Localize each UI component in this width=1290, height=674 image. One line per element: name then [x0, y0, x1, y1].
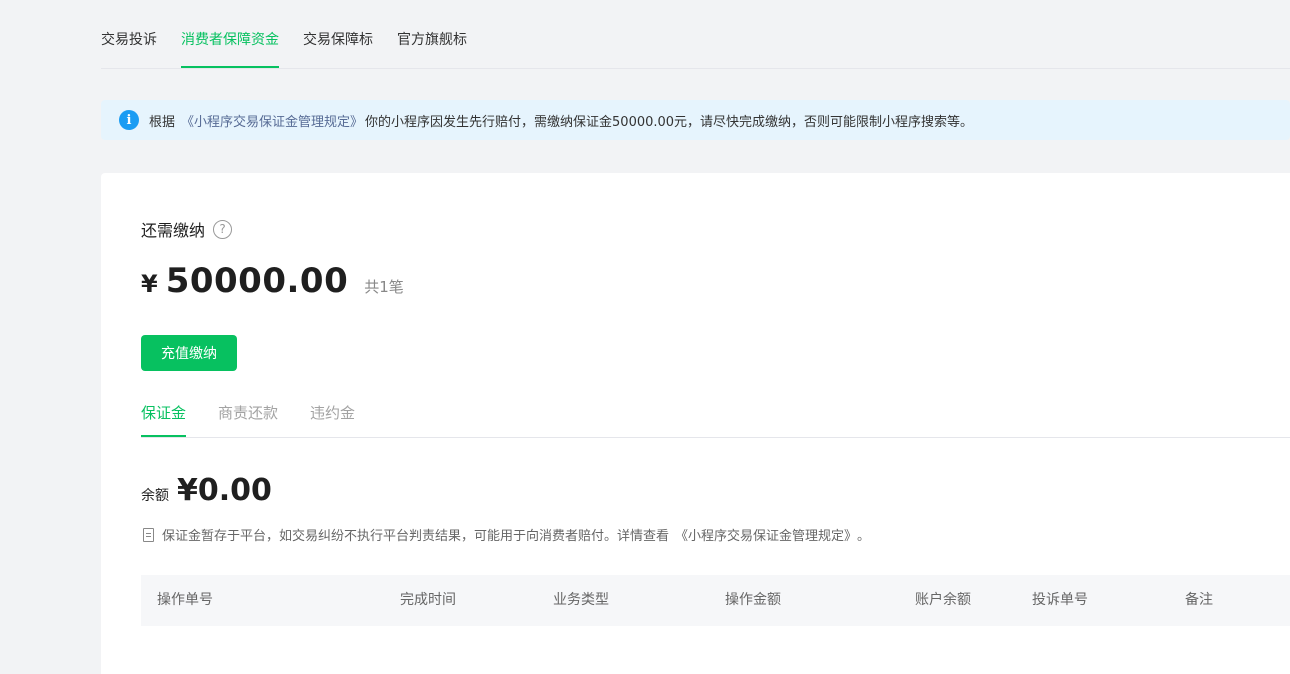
currency-symbol: ¥ — [141, 270, 158, 298]
tab-transaction-complaints[interactable]: 交易投诉 — [101, 30, 157, 68]
notice-rules-link[interactable]: 《小程序交易保证金管理规定》 — [181, 111, 363, 130]
amount-due-label: 还需缴纳 — [141, 221, 206, 240]
column-operation-id: 操作单号 — [157, 592, 213, 608]
balance-note-suffix: 。 — [857, 529, 871, 544]
tab-deposit[interactable]: 保证金 — [141, 402, 187, 437]
column-completion-time: 完成时间 — [400, 592, 456, 608]
tab-penalty[interactable]: 违约金 — [310, 402, 355, 437]
balance-value: ¥0.00 — [177, 473, 272, 508]
balance-label: 余额 — [141, 488, 169, 504]
notice-prefix: 根据 — [149, 114, 176, 130]
amount-due-count: 共1笔 — [364, 278, 404, 296]
balance-note-text: 保证金暂存于平台，如交易纠纷不执行平台判责结果，可能用于向消费者赔付。详情查看 — [162, 529, 670, 544]
column-remarks: 备注 — [1185, 592, 1213, 608]
document-icon — [143, 527, 154, 542]
tab-official-flagship-badge[interactable]: 官方旗舰标 — [397, 30, 467, 68]
amount-due-label-group: 还需缴纳 ? — [141, 217, 233, 241]
column-business-type: 业务类型 — [553, 592, 609, 608]
tab-merchant-repayment[interactable]: 商责还款 — [218, 402, 278, 437]
question-icon[interactable]: ? — [213, 219, 233, 239]
balance-note-rules-link[interactable]: 《小程序交易保证金管理规定》 — [675, 525, 857, 544]
recharge-pay-button[interactable]: 充值缴纳 — [141, 335, 237, 371]
tab-transaction-protection-badge[interactable]: 交易保障标 — [303, 30, 373, 68]
notice-banner: i 根据 《小程序交易保证金管理规定》 你的小程序因发生先行赔付，需缴纳保证金5… — [101, 100, 1290, 140]
tab-consumer-protection-fund[interactable]: 消费者保障资金 — [181, 30, 279, 68]
table-header: 操作单号 完成时间 业务类型 操作金额 账户余额 投诉单号 备注 — [141, 575, 1290, 626]
info-icon: i — [119, 110, 139, 130]
balance: 余额 ¥0.00 — [141, 473, 272, 508]
amount-due-value: 50000.00 — [165, 261, 349, 301]
fund-card: 还需缴纳 ? ¥ 50000.00 共1笔 充值缴纳 保证金 商责还款 违约金 … — [101, 173, 1290, 674]
fund-type-tabs: 保证金 商责还款 违约金 — [141, 393, 1290, 438]
column-account-balance: 账户余额 — [915, 592, 971, 608]
column-complaint-id: 投诉单号 — [1032, 592, 1088, 608]
notice-text: 你的小程序因发生先行赔付，需缴纳保证金50000.00元，请尽快完成缴纳，否则可… — [365, 114, 974, 130]
column-operation-amount: 操作金额 — [725, 592, 781, 608]
amount-due: ¥ 50000.00 共1笔 — [141, 261, 404, 301]
top-tab-bar: 交易投诉 消费者保障资金 交易保障标 官方旗舰标 — [101, 0, 1290, 69]
balance-note: 保证金暂存于平台，如交易纠纷不执行平台判责结果，可能用于向消费者赔付。详情查看 … — [143, 525, 870, 544]
